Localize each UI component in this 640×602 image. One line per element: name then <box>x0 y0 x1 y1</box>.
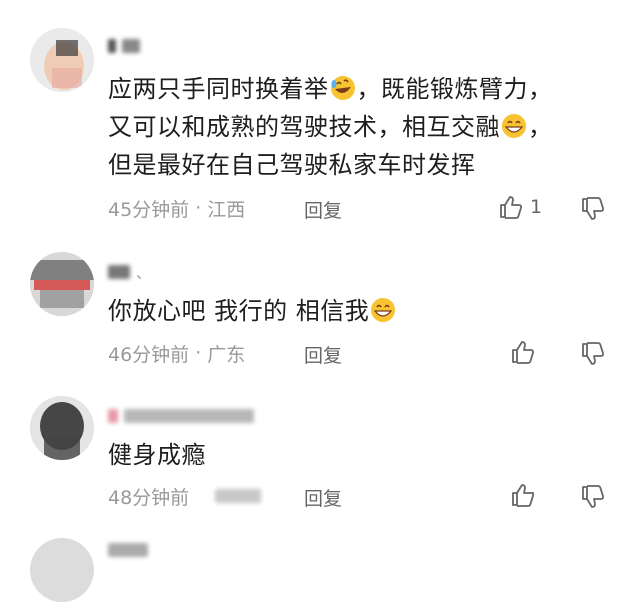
comment-text: 健身成瘾 <box>108 441 206 469</box>
avatar[interactable] <box>30 28 94 92</box>
location: 广东 <box>207 343 246 366</box>
username[interactable] <box>108 540 148 560</box>
separator: · <box>195 342 202 364</box>
rofl-emoji-icon <box>330 76 355 100</box>
timestamp: 48分钟前 <box>108 486 190 509</box>
comment-text: 你放心吧 我行的 相信我 <box>108 292 608 330</box>
thumbs-down-icon[interactable] <box>580 484 606 510</box>
comment-meta: 45分钟前 · 江西 <box>108 194 245 222</box>
grin-emoji-icon <box>371 298 396 322</box>
reply-button[interactable]: 回复 <box>304 341 342 368</box>
comment-meta: 46分钟前 · 广东 <box>108 339 245 367</box>
thumbs-up-icon <box>512 484 535 507</box>
location: 江西 <box>207 198 246 221</box>
separator: · <box>195 197 202 219</box>
like-button[interactable] <box>510 482 536 508</box>
like-button[interactable]: 1 <box>498 194 542 220</box>
thumbs-down-icon[interactable] <box>580 341 606 367</box>
username[interactable] <box>108 406 254 426</box>
comment-meta: 48分钟前 <box>108 482 262 510</box>
like-button[interactable] <box>510 339 536 365</box>
username[interactable]: 、 <box>108 262 151 282</box>
reply-button[interactable]: 回复 <box>304 484 342 511</box>
thumbs-up-icon <box>512 341 535 364</box>
timestamp: 46分钟前 <box>108 343 190 366</box>
timestamp: 45分钟前 <box>108 198 190 221</box>
thumbs-up-icon <box>500 196 523 219</box>
thumbs-down-icon[interactable] <box>580 196 606 222</box>
reply-button[interactable]: 回复 <box>304 196 342 223</box>
avatar[interactable] <box>30 252 94 316</box>
comment-text: 应两只手同时换着举 ，既能锻炼臂力， 又可以和成熟的驾驶技术，相互交融， 但是最好… <box>108 70 608 184</box>
grin-emoji-icon <box>502 114 526 138</box>
avatar[interactable] <box>30 396 94 460</box>
username[interactable] <box>108 36 140 56</box>
like-count: 1 <box>530 196 543 218</box>
avatar[interactable] <box>30 538 94 602</box>
